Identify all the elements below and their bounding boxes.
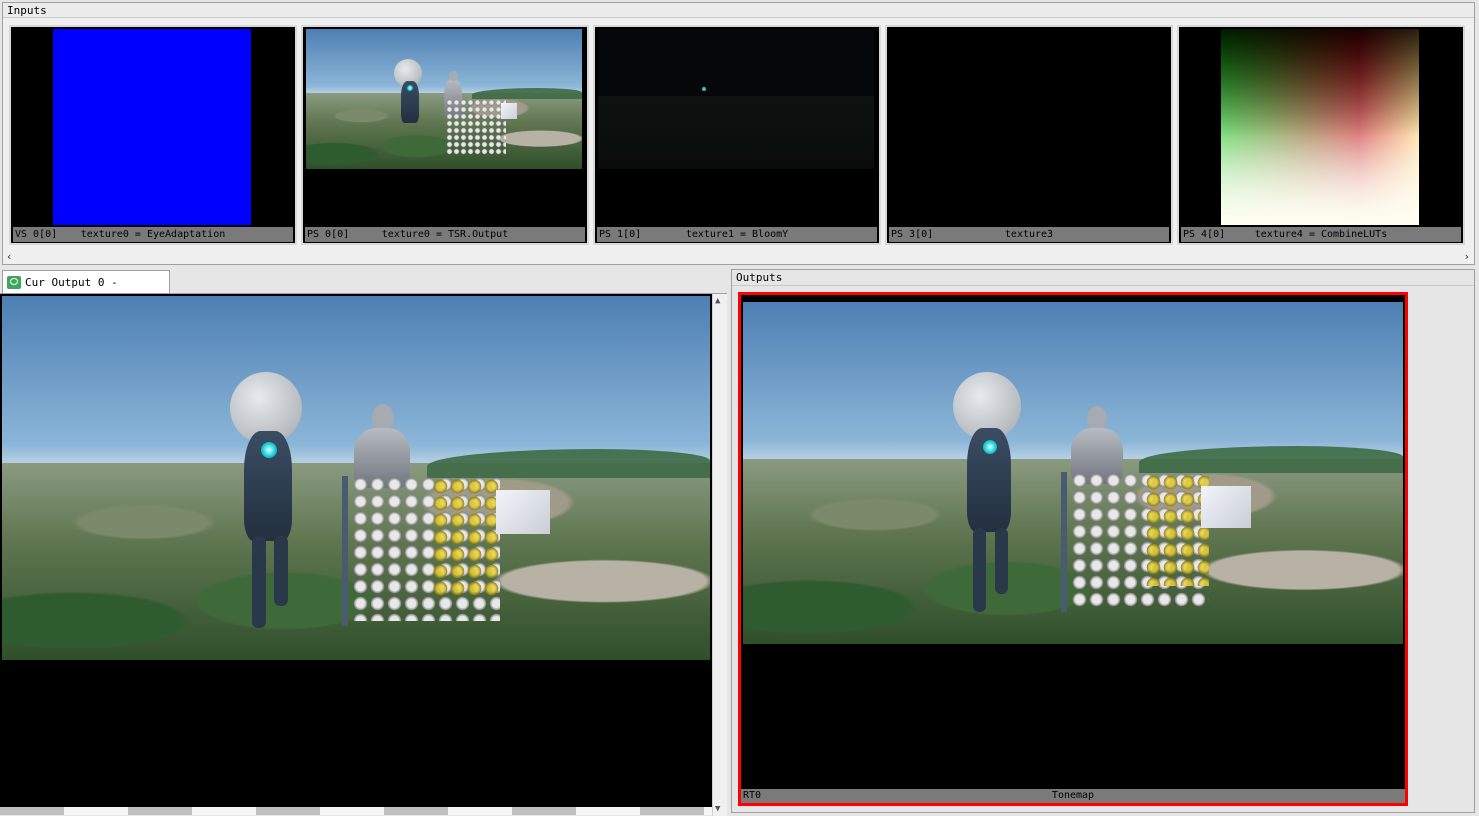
eye-adaptation-preview (53, 29, 251, 225)
thumbnail-caption: RT0 Tonemap (741, 789, 1405, 803)
tonemap-preview-large (2, 296, 710, 660)
tsr-output-preview (306, 29, 582, 169)
thumbnail-name: Tonemap (1051, 790, 1095, 801)
combine-luts-preview (1221, 29, 1419, 225)
thumbnail-name: texture4 = CombineLUTs (1254, 229, 1388, 240)
bloom-preview (598, 29, 874, 169)
thumbnail-caption: PS 0[0] texture0 = TSR.Output (305, 227, 585, 242)
output-thumbnail-tonemap[interactable]: RT0 Tonemap (738, 292, 1408, 806)
input-thumbnail-combine-luts[interactable]: PS 4[0] texture4 = CombineLUTs (1177, 25, 1465, 245)
thumbnail-name: texture1 = BloomY (685, 229, 789, 240)
thumbnail-caption: VS 0[0] texture0 = EyeAdaptation (13, 227, 293, 242)
scroll-right-icon[interactable]: › (1463, 250, 1470, 264)
tonemap-output-preview (743, 302, 1403, 644)
current-output-view[interactable]: ▲ ▼ (0, 293, 727, 816)
outputs-title: Outputs (732, 270, 1474, 286)
input-thumbnail-bloom[interactable]: PS 1[0] texture1 = BloomY (593, 25, 881, 245)
input-thumbnail-tsr-output[interactable]: PS 0[0] texture0 = TSR.Output (301, 25, 589, 245)
input-thumbnail-eye-adaptation[interactable]: VS 0[0] texture0 = EyeAdaptation (9, 25, 297, 245)
thumbnail-caption: PS 1[0] texture1 = BloomY (597, 227, 877, 242)
texture-viewer-icon (7, 276, 21, 289)
outputs-panel: Outputs RT0 Tonemap (731, 269, 1475, 813)
vertical-scrollbar[interactable]: ▲ ▼ (712, 294, 727, 816)
scroll-left-icon[interactable]: ‹ (6, 250, 13, 264)
scroll-up-icon[interactable]: ▲ (715, 296, 720, 306)
scroll-down-icon[interactable]: ▼ (715, 804, 720, 814)
thumbnail-caption: PS 4[0] texture4 = CombineLUTs (1181, 227, 1461, 242)
input-thumbnail-texture3[interactable]: PS 3[0] texture3 (885, 25, 1173, 245)
tab-cur-output[interactable]: Cur Output 0 - Tonemap (2, 270, 170, 312)
texture3-preview (890, 29, 1168, 225)
inputs-horizontal-scrollbar[interactable]: ‹ › (3, 250, 1474, 264)
checkerboard-strip (0, 807, 712, 815)
inputs-title: Inputs (3, 3, 1474, 18)
thumbnail-name: texture0 = TSR.Output (381, 229, 509, 240)
thumbnail-name: texture0 = EyeAdaptation (80, 229, 226, 240)
thumbnail-name: texture3 (1004, 229, 1054, 240)
inputs-panel: Inputs VS 0[0] texture0 = EyeAdaptation … (2, 2, 1475, 265)
thumbnail-caption: PS 3[0] texture3 (889, 227, 1169, 242)
